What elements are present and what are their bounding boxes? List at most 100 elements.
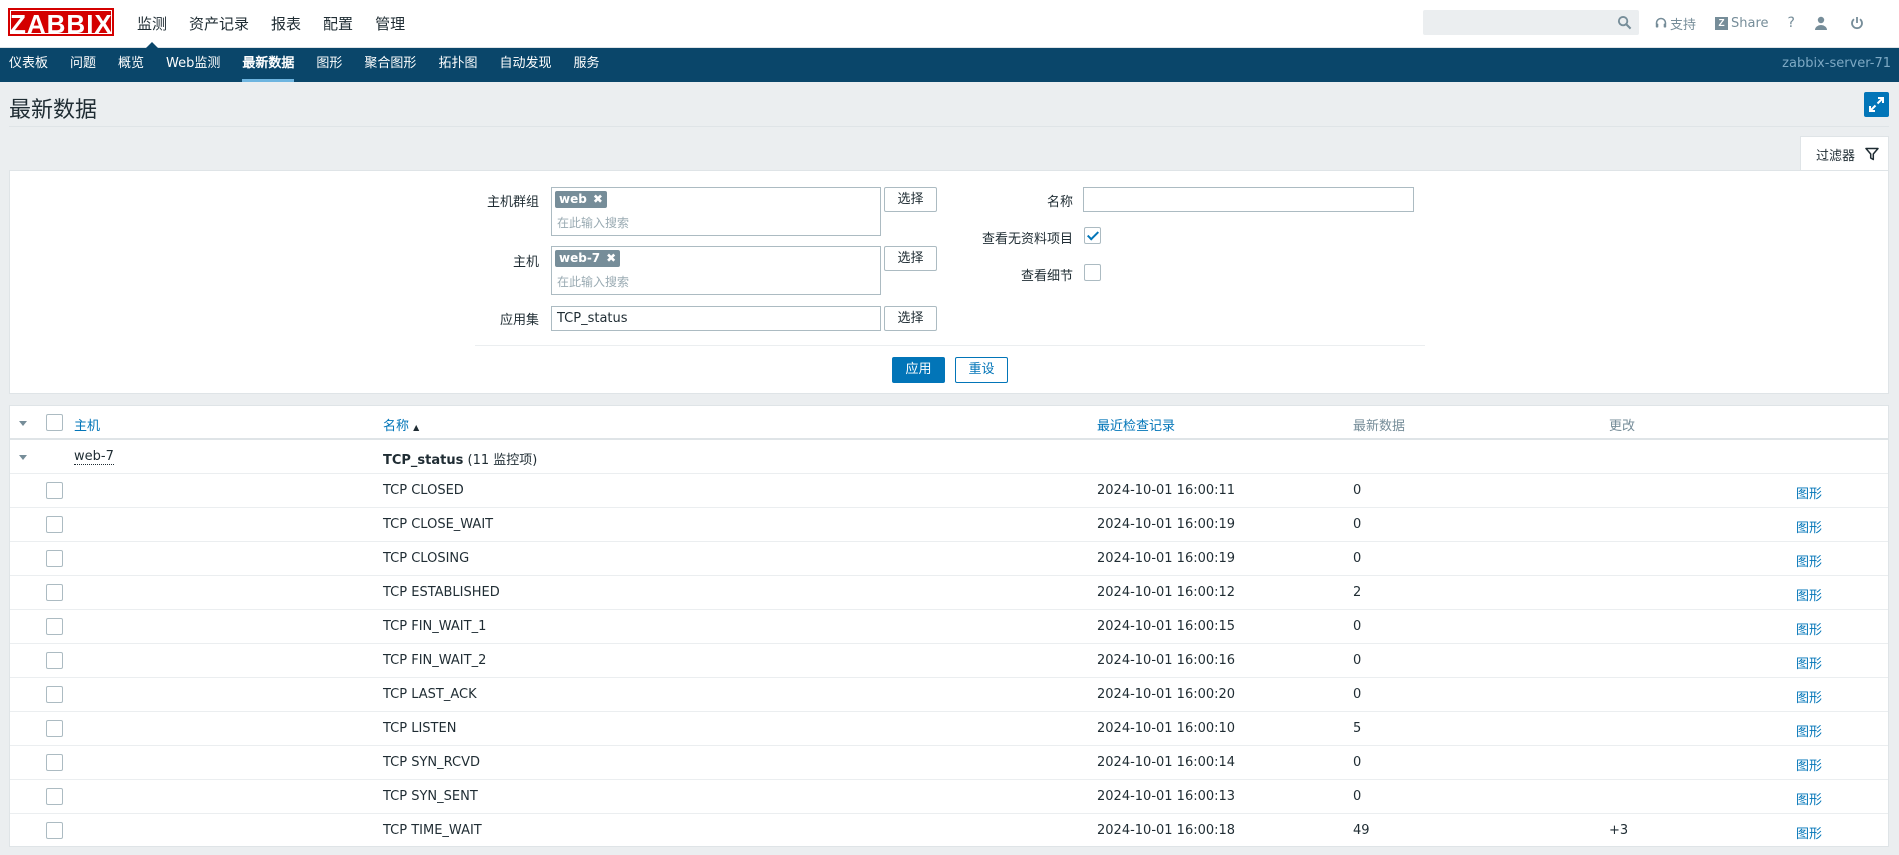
hostgroup-search-placeholder: 在此输入搜索 [557,216,630,230]
graph-link[interactable]: 图形 [1796,483,1822,502]
host-multiselect[interactable]: web-7 ✖ 在此输入搜索 [551,246,881,295]
column-host[interactable]: 主机 [74,415,100,434]
row-checkbox[interactable] [46,584,63,601]
item-name: TCP FIN_WAIT_2 [383,653,487,668]
column-last-value: 最新数据 [1353,419,1406,434]
group-host-link[interactable]: web-7 [74,449,114,465]
remove-tag-icon[interactable]: ✖ [593,191,603,208]
graph-link[interactable]: 图形 [1796,619,1822,638]
help-icon: ? [1787,15,1795,31]
column-last-check[interactable]: 最近检查记录 [1097,415,1175,434]
subnav-services[interactable]: 服务 [562,48,610,82]
show-without-data-checkbox[interactable] [1084,227,1101,244]
row-checkbox[interactable] [46,516,63,533]
table-row: TCP SYN_RCVD 2024-10-01 16:00:14 0 图形 [10,746,1888,780]
main-menu-reports[interactable]: 报表 [260,0,312,48]
show-details-checkbox[interactable] [1084,264,1101,281]
item-last-check: 2024-10-01 16:00:19 [1097,551,1236,566]
row-checkbox[interactable] [46,754,63,771]
fullscreen-button[interactable] [1864,92,1889,117]
apply-button[interactable]: 应用 [892,357,945,383]
graph-link[interactable]: 图形 [1796,517,1822,536]
main-menu-configuration[interactable]: 配置 [312,0,364,48]
collapse-all-icon[interactable] [19,421,27,426]
subnav-overview[interactable]: 概览 [107,48,155,82]
host-group-row: web-7 TCP_status (11 监控项) [10,440,1888,474]
subnav-screens[interactable]: 聚合图形 [353,48,427,82]
search-icon[interactable] [1617,15,1632,30]
hostgroup-select-button[interactable]: 选择 [884,187,937,212]
column-name[interactable]: 名称 ▲ [383,415,419,434]
expand-icon [1869,97,1884,112]
name-input[interactable] [1083,187,1414,212]
main-menu-inventory[interactable]: 资产记录 [178,0,260,48]
row-checkbox[interactable] [46,788,63,805]
subnav-graphs[interactable]: 图形 [305,48,353,82]
subnav-dashboard[interactable]: 仪表板 [0,48,59,82]
row-checkbox[interactable] [46,652,63,669]
collapse-group-icon[interactable] [19,455,27,460]
subnav-discovery[interactable]: 自动发现 [488,48,562,82]
graph-link[interactable]: 图形 [1796,653,1822,672]
help-link[interactable]: ? [1788,15,1795,31]
row-checkbox[interactable] [46,822,63,839]
table-header: 主机 名称 ▲ 最近检查记录 最新数据 更改 [10,406,1888,440]
item-last-check: 2024-10-01 16:00:12 [1097,585,1236,600]
item-last-value: 2 [1353,585,1362,600]
graph-link[interactable]: 图形 [1796,721,1822,740]
host-name[interactable]: web-7 [74,449,114,465]
logout-link[interactable] [1850,16,1867,30]
zabbix-logo[interactable]: ZABBIX [8,8,114,38]
application-input[interactable]: TCP_status [551,306,881,331]
remove-tag-icon[interactable]: ✖ [606,250,616,267]
subnav-latest-data[interactable]: 最新数据 [231,48,305,82]
graph-link[interactable]: 图形 [1796,551,1822,570]
funnel-icon [1865,147,1879,161]
item-last-check: 2024-10-01 16:00:11 [1097,483,1236,498]
subnav-problems[interactable]: 问题 [59,48,107,82]
row-checkbox[interactable] [46,482,63,499]
graph-link[interactable]: 图形 [1796,687,1822,706]
application-select-button[interactable]: 选择 [884,306,937,331]
item-last-value: 0 [1353,517,1362,532]
host-label: 主机 [512,255,539,270]
share-link[interactable]: Z Share [1715,16,1769,31]
hostgroup-label: 主机群组 [486,195,539,210]
item-last-check: 2024-10-01 16:00:13 [1097,789,1236,804]
hostgroup-multiselect[interactable]: web ✖ 在此输入搜索 [551,187,881,236]
server-name: zabbix-server-71 [1782,56,1891,71]
row-checkbox[interactable] [46,618,63,635]
top-links: 支持 Z Share ? [1655,0,1886,46]
graph-link[interactable]: 图形 [1796,823,1822,842]
item-name: TCP SYN_RCVD [383,755,481,770]
item-last-check: 2024-10-01 16:00:10 [1097,721,1236,736]
host-select-button[interactable]: 选择 [884,246,937,271]
row-checkbox[interactable] [46,686,63,703]
graph-link[interactable]: 图形 [1796,789,1822,808]
row-checkbox[interactable] [46,550,63,567]
application-name: TCP_status [383,453,464,468]
reset-button[interactable]: 重设 [955,357,1008,383]
filter-tab-label: 过滤器 [1815,148,1855,164]
select-all-checkbox[interactable] [46,414,63,431]
table-row: TCP CLOSED 2024-10-01 16:00:11 0 图形 [10,474,1888,508]
row-checkbox[interactable] [46,720,63,737]
main-menu-administration[interactable]: 管理 [364,0,416,48]
main-menu-monitoring[interactable]: 监测 [126,0,178,49]
table-row: TCP SYN_SENT 2024-10-01 16:00:13 0 图形 [10,780,1888,814]
filter-tab[interactable]: 过滤器 [1800,136,1889,171]
item-count: (11 监控项) [467,453,538,468]
subnav-maps[interactable]: 拓扑图 [427,48,488,82]
graph-link[interactable]: 图形 [1796,585,1822,604]
subnav-web[interactable]: Web监测 [155,48,231,82]
global-search-input[interactable] [1423,10,1639,35]
user-profile-link[interactable] [1814,16,1831,30]
graph-link[interactable]: 图形 [1796,755,1822,774]
table-row: TCP LAST_ACK 2024-10-01 16:00:20 0 图形 [10,678,1888,712]
item-last-value: 0 [1353,755,1362,770]
item-name: TCP FIN_WAIT_1 [383,619,487,634]
item-name: TCP TIME_WAIT [383,823,482,838]
support-link[interactable]: 支持 [1655,14,1696,33]
show-details-label: 查看细节 [1020,269,1073,284]
group-application: TCP_status (11 监控项) [383,449,537,468]
